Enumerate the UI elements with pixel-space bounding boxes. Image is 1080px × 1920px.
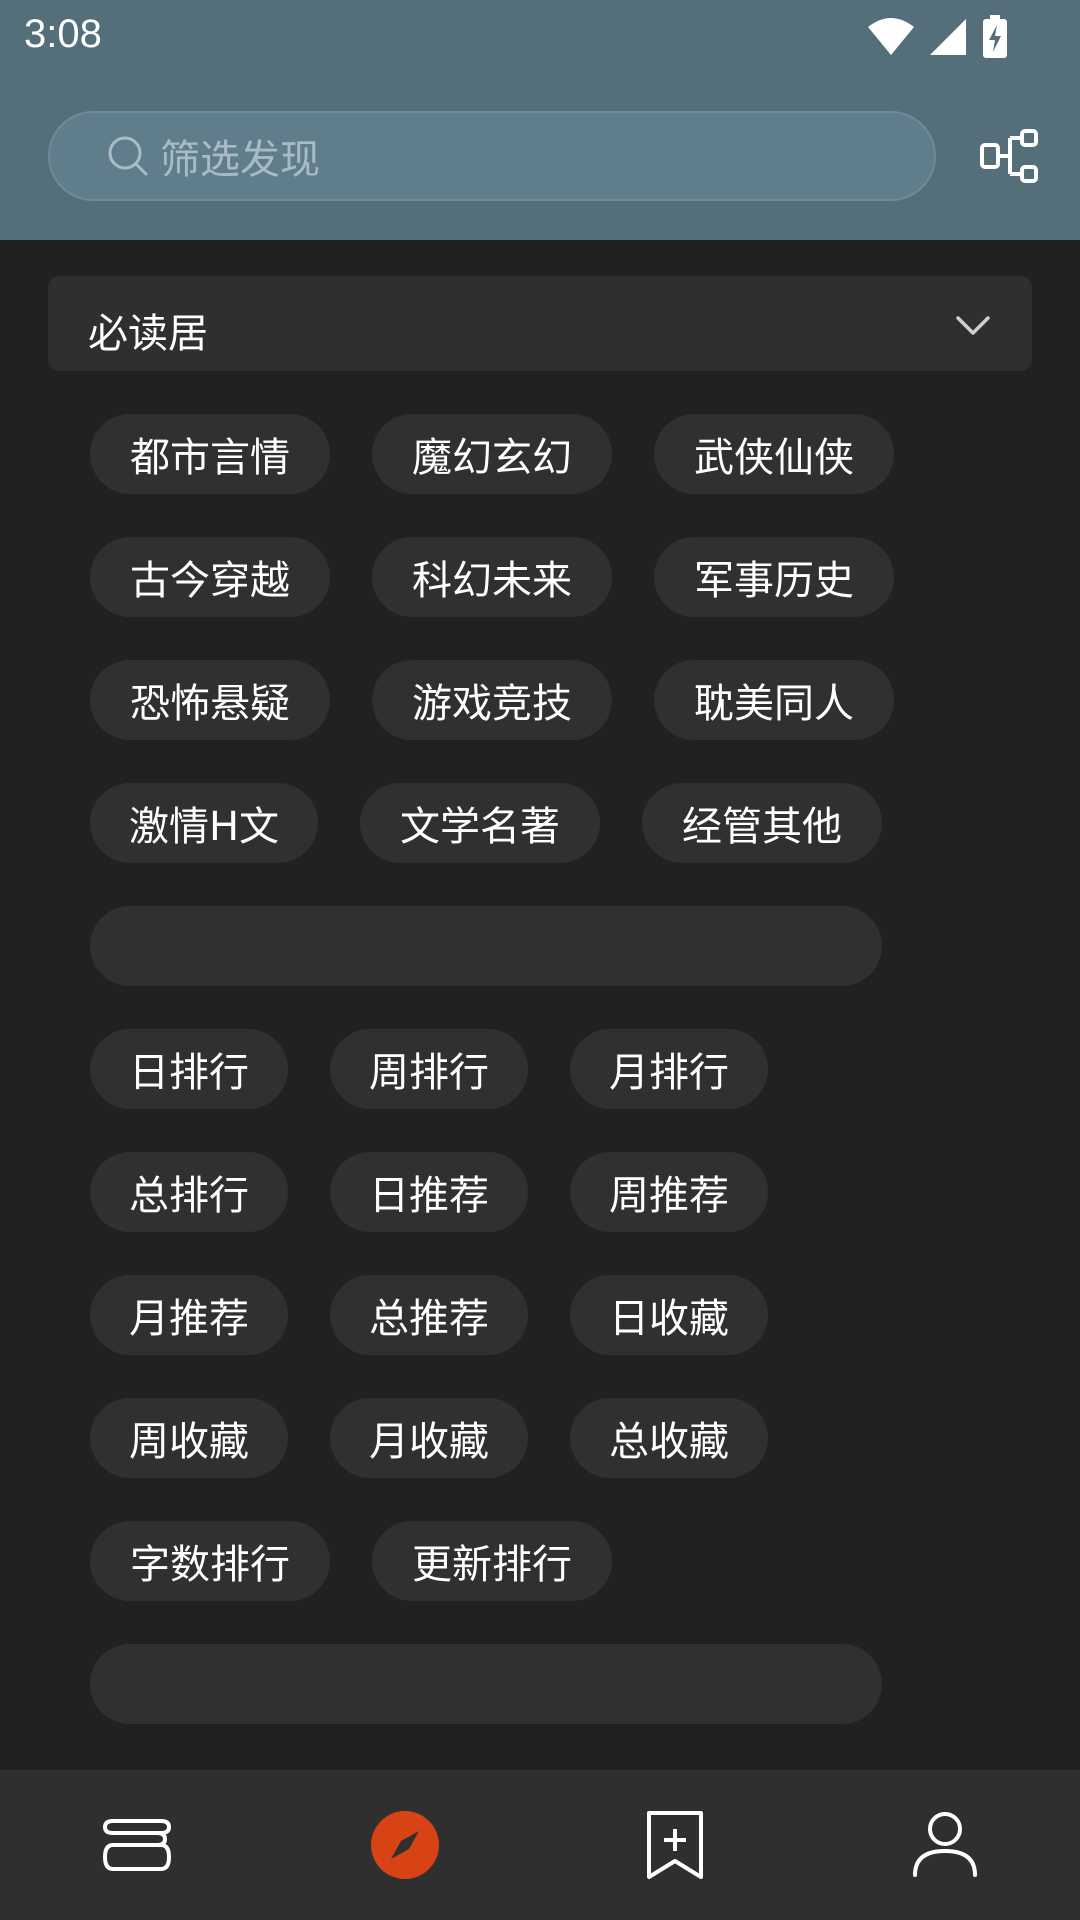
nav-bookmark[interactable] [540, 1770, 810, 1920]
chip-ranking[interactable]: 日收藏 [570, 1275, 768, 1355]
nav-discover[interactable] [270, 1770, 540, 1920]
chip-ranking[interactable]: 总排行 [90, 1152, 288, 1232]
chip-category[interactable]: 魔幻玄幻 [372, 414, 612, 494]
chip-ranking[interactable]: 周推荐 [570, 1152, 768, 1232]
chip-row [90, 906, 990, 986]
chip-ranking[interactable]: 月排行 [570, 1029, 768, 1109]
chip-row: 都市言情 魔幻玄幻 武侠仙侠 [90, 414, 990, 494]
chip-row: 字数排行 更新排行 [90, 1521, 990, 1601]
chevron-down-icon [956, 316, 990, 335]
bookshelf-icon [102, 1819, 171, 1871]
chip-ranking[interactable]: 日推荐 [330, 1152, 528, 1232]
chip-category[interactable]: 经管其他 [642, 783, 882, 863]
chip-category[interactable]: 军事历史 [654, 537, 894, 617]
chip-row: 古今穿越 科幻未来 军事历史 [90, 537, 990, 617]
chip-category[interactable]: 武侠仙侠 [654, 414, 894, 494]
chip-ranking[interactable]: 日排行 [90, 1029, 288, 1109]
chip-section-divider [90, 1644, 882, 1724]
chip-ranking[interactable]: 月收藏 [330, 1398, 528, 1478]
chip-category[interactable]: 游戏竞技 [372, 660, 612, 740]
chip-row: 月推荐 总推荐 日收藏 [90, 1275, 990, 1355]
nav-bookshelf[interactable] [0, 1770, 270, 1920]
search-icon [108, 136, 148, 176]
source-selected-label: 必读居 [88, 311, 208, 357]
chip-row: 总排行 日推荐 周推荐 [90, 1152, 990, 1232]
chip-ranking[interactable]: 字数排行 [90, 1521, 330, 1601]
status-icons [868, 12, 1008, 62]
status-time: 3:08 [24, 12, 102, 56]
chip-category[interactable]: 恐怖悬疑 [90, 660, 330, 740]
category-chips: 都市言情 魔幻玄幻 武侠仙侠 古今穿越 科幻未来 军事历史 恐怖悬疑 游戏竞技 … [90, 414, 990, 1767]
person-icon [913, 1812, 977, 1877]
tree-structure-icon[interactable] [978, 125, 1042, 189]
chip-ranking[interactable]: 总推荐 [330, 1275, 528, 1355]
chip-row [90, 1644, 990, 1724]
chip-ranking[interactable]: 更新排行 [372, 1521, 612, 1601]
source-dropdown[interactable]: 必读居 [48, 276, 1032, 371]
chip-row: 激情H文 文学名著 经管其他 [90, 783, 990, 863]
discover-content[interactable]: 必读居 都市言情 魔幻玄幻 武侠仙侠 古今穿越 科幻未来 军事历史 恐怖悬疑 游… [0, 240, 1080, 1770]
wifi-icon [868, 18, 914, 55]
search-input[interactable]: 筛选发现 [48, 111, 936, 201]
chip-section-divider [90, 906, 882, 986]
app-bar: 筛选发现 [0, 75, 1080, 240]
search-placeholder: 筛选发现 [160, 137, 320, 183]
compass-icon [371, 1811, 439, 1879]
chip-row: 日排行 周排行 月排行 [90, 1029, 990, 1109]
chip-category[interactable]: 科幻未来 [372, 537, 612, 617]
bottom-navigation [0, 1770, 1080, 1920]
bookmark-add-icon [647, 1811, 703, 1879]
status-bar: 3:08 [0, 0, 1080, 75]
chip-category[interactable]: 耽美同人 [654, 660, 894, 740]
battery-charging-icon [983, 15, 1007, 58]
chip-ranking[interactable]: 月推荐 [90, 1275, 288, 1355]
chip-category[interactable]: 都市言情 [90, 414, 330, 494]
nav-profile[interactable] [810, 1770, 1080, 1920]
chip-category[interactable]: 文学名著 [360, 783, 600, 863]
chip-ranking[interactable]: 周排行 [330, 1029, 528, 1109]
chip-row: 周收藏 月收藏 总收藏 [90, 1398, 990, 1478]
signal-icon [930, 19, 966, 55]
chip-category[interactable]: 激情H文 [90, 783, 318, 863]
chip-ranking[interactable]: 总收藏 [570, 1398, 768, 1478]
chip-category[interactable]: 古今穿越 [90, 537, 330, 617]
chip-row: 恐怖悬疑 游戏竞技 耽美同人 [90, 660, 990, 740]
chip-ranking[interactable]: 周收藏 [90, 1398, 288, 1478]
